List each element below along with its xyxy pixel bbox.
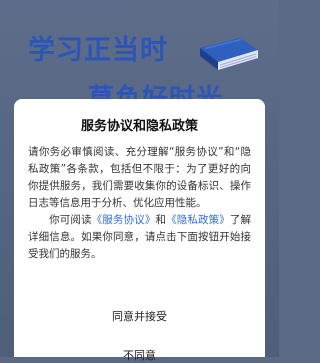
dialog-paragraph-2-prefix: 你可阅读: [49, 214, 92, 226]
disagree-button[interactable]: 不同意: [14, 347, 265, 363]
dialog-body: 请你务必审慎阅读、充分理解“服务协议”和“隐私政策”各条款，包括但不限于：为了更…: [28, 144, 251, 263]
book-icon: [200, 38, 258, 70]
slogan-line-1: 学习正当时: [28, 35, 168, 66]
privacy-dialog: 服务协议和隐私政策 请你务必审慎阅读、充分理解“服务协议”和“隐私政策”各条款，…: [14, 99, 265, 362]
service-agreement-link[interactable]: 《服务协议》: [92, 214, 156, 226]
dialog-paragraph-1: 请你务必审慎阅读、充分理解“服务协议”和“隐私政策”各条款，包括但不限于：为了更…: [28, 146, 251, 209]
privacy-policy-link[interactable]: 《隐私政策》: [166, 214, 230, 226]
agree-button[interactable]: 同意并接受: [14, 308, 265, 324]
dialog-title: 服务协议和隐私政策: [80, 119, 198, 134]
and-text: 和: [155, 214, 167, 226]
